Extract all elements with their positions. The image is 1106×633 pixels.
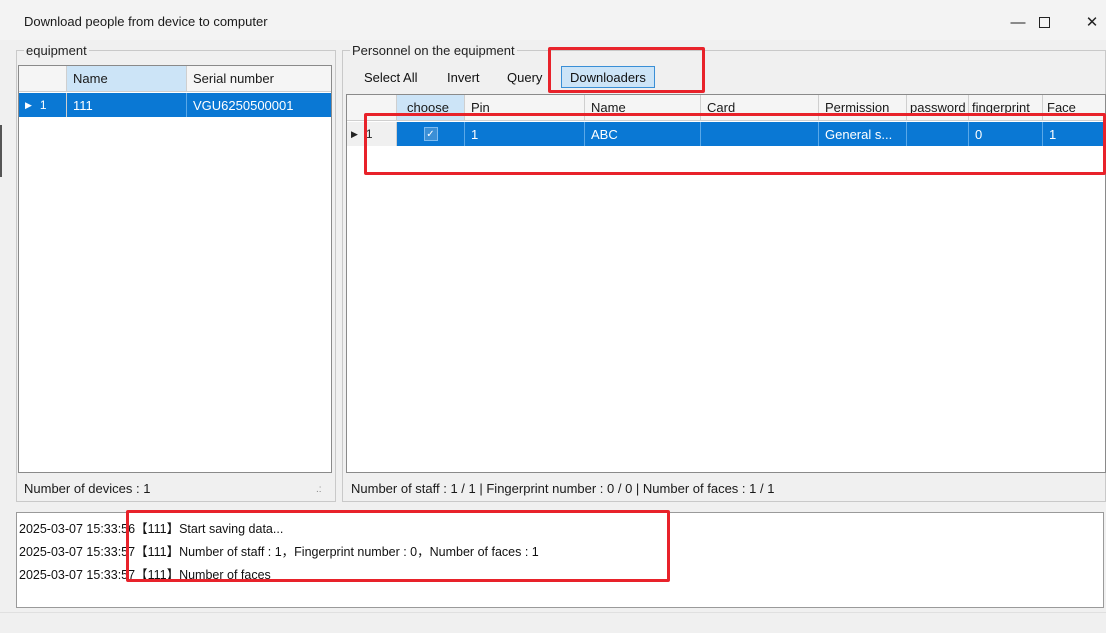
log-panel[interactable]: 2025-03-07 15:33:56【111】Start saving dat… [16,512,1104,608]
col-choose[interactable]: choose [397,95,465,121]
col-card[interactable]: Card [701,95,819,121]
row-header: ▶ 1 [19,93,67,117]
equipment-col-name[interactable]: Name [67,66,187,92]
row-pointer-icon: ▶ [351,128,358,139]
fingerprint-cell[interactable]: 0 [969,122,1043,146]
col-pin[interactable]: Pin [465,95,585,121]
equipment-group-label: equipment [24,43,89,58]
row-pointer-icon: ▶ [25,99,32,110]
close-icon[interactable]: ✕ [1072,8,1106,36]
window-edge [0,125,2,177]
pin-cell[interactable]: 1 [465,122,585,146]
device-count-status: Number of devices : 1 [24,480,151,496]
log-line: 2025-03-07 15:33:57【111】Number of faces [19,568,271,582]
table-row[interactable]: ▶ 1 111 VGU6250500001 [19,93,331,117]
personnel-group-label: Personnel on the equipment [350,43,517,58]
title-bar: Download people from device to computer … [0,0,1106,40]
equipment-grid[interactable]: Name Serial number ▶ 1 111 VGU6250500001 [18,65,332,473]
equipment-row-header-corner [19,66,67,92]
personnel-row-header-corner [347,95,397,121]
choose-cell[interactable]: ✓ [397,122,465,146]
select-all-button[interactable]: Select All [360,66,421,88]
col-password[interactable]: password [907,95,969,121]
log-line: 2025-03-07 15:33:57【111】Number of staff … [19,545,539,559]
col-fingerprint[interactable]: fingerprint [969,95,1043,121]
log-line: 2025-03-07 15:33:56【111】Start saving dat… [19,522,284,536]
row-index: 1 [365,127,373,141]
face-cell[interactable]: 1 [1043,122,1105,146]
status-bar [0,612,1106,633]
downloaders-button[interactable]: Downloaders [561,66,655,88]
col-name[interactable]: Name [585,95,701,121]
col-face[interactable]: Face [1043,95,1105,121]
permission-cell[interactable]: General s... [819,122,907,146]
table-row[interactable]: ▶ 1 ✓ 1 ABC General s... 0 1 [347,122,1105,146]
col-permission[interactable]: Permission [819,95,907,121]
window-title: Download people from device to computer [24,14,268,29]
name-cell[interactable]: ABC [585,122,701,146]
maximize-icon[interactable] [1024,8,1064,36]
password-cell[interactable] [907,122,969,146]
card-cell[interactable] [701,122,819,146]
invert-button[interactable]: Invert [443,66,484,88]
device-serial-cell[interactable]: VGU6250500001 [187,93,331,117]
query-button[interactable]: Query [503,66,546,88]
row-header: ▶ 1 [347,122,397,146]
personnel-grid[interactable]: choose Pin Name Card Permission password… [346,94,1106,473]
personnel-summary-status: Number of staff : 1 / 1 | Fingerprint nu… [351,480,775,496]
device-name-cell[interactable]: 111 [67,93,187,117]
row-index: 1 [39,98,47,112]
equipment-col-serial[interactable]: Serial number [187,66,331,92]
resize-grip-icon[interactable]: .: [316,484,322,495]
check-icon[interactable]: ✓ [423,127,438,141]
